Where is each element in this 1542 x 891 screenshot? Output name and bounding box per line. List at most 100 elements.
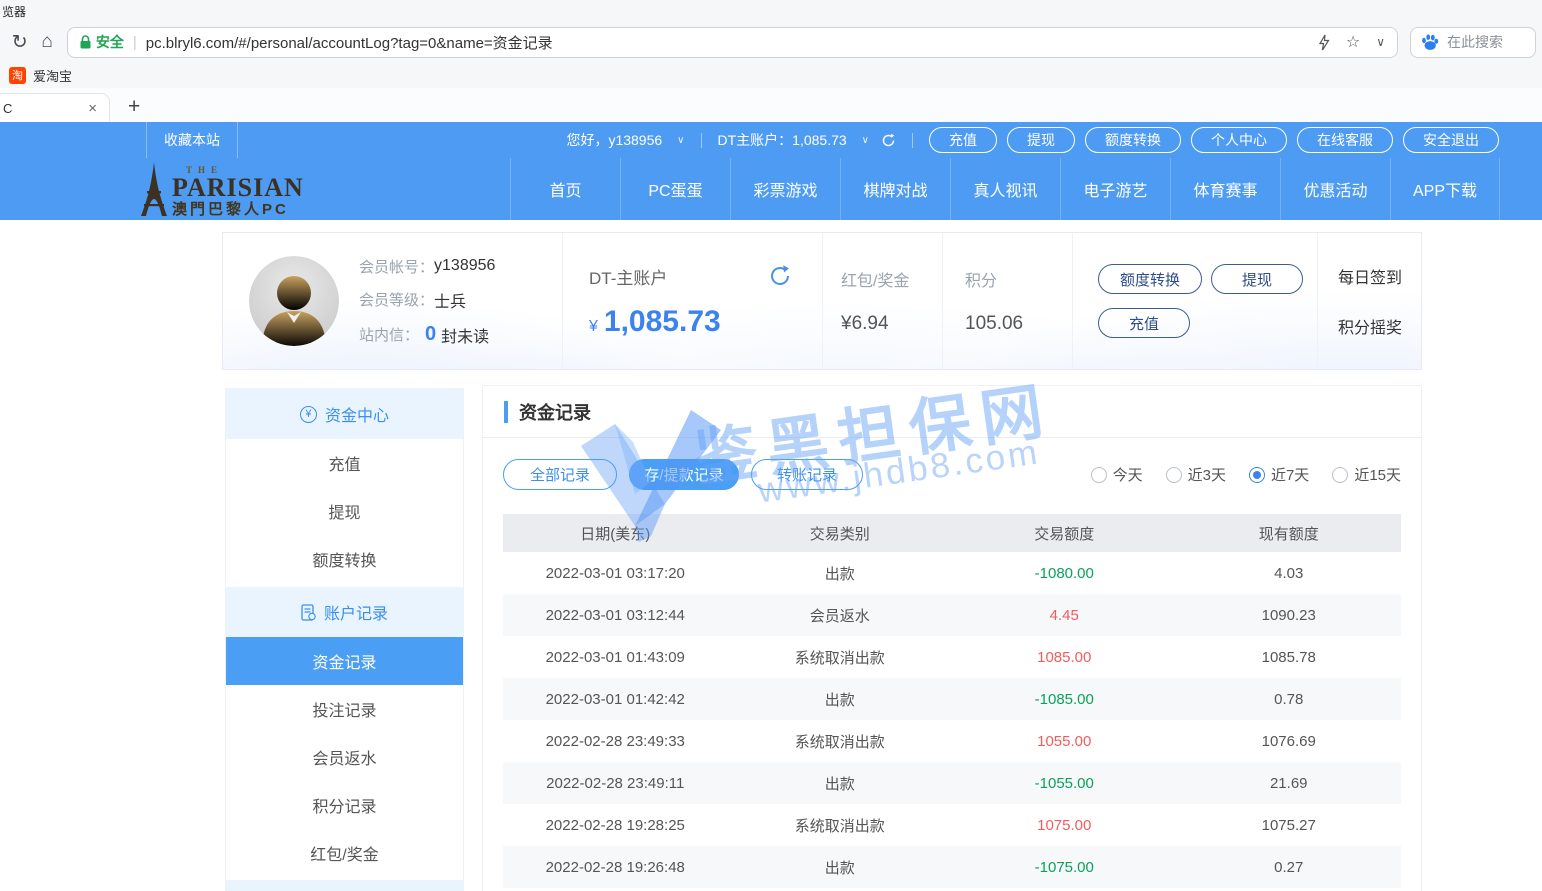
sidebar-item-bonus[interactable]: 红包/奖金 (226, 829, 463, 877)
points-lottery-link[interactable]: 积分摇奖 (1338, 314, 1421, 338)
col-header-date: 日期(美东) (503, 523, 728, 544)
tab-close-icon[interactable]: × (88, 100, 97, 117)
nav-item-promotions[interactable]: 优惠活动 (1280, 158, 1390, 220)
nav-item-lottery[interactable]: 彩票游戏 (730, 158, 840, 220)
account-panel: 会员帐号： y138956 会员等级： 士兵 站内信： 0 封未读 DT-主账户 (222, 232, 1422, 370)
sidebar-section-fund-center[interactable]: ¥ 资金中心 (226, 389, 463, 439)
radio-circle-icon (1166, 467, 1182, 483)
home-icon[interactable]: ⌂ (33, 31, 60, 53)
divider (912, 133, 913, 148)
quick-search-box[interactable]: 在此搜索 (1410, 27, 1536, 58)
reload-icon[interactable]: ↻ (6, 31, 33, 54)
nav-item-pcdandan[interactable]: PC蛋蛋 (620, 158, 730, 220)
bookmark-bar: 淘 爱淘宝 (0, 62, 1542, 88)
url-bar[interactable]: 安全 | pc.blryl6.com/#/personal/accountLog… (67, 27, 1398, 58)
wallet-summary: DT主账户：1,085.73 (718, 130, 847, 150)
sidebar-item-member-rebate[interactable]: 会员返水 (226, 733, 463, 781)
sidebar-item-bet-records[interactable]: 投注记录 (226, 685, 463, 733)
table-row: 2022-02-28 23:49:11 出款 -1055.00 21.69 (503, 762, 1401, 804)
wallet-caret-icon[interactable]: ∨ (862, 135, 869, 146)
sidebar: ¥ 资金中心 充值 提现 额度转换 账户记录 资金记录 投注记录 会员返水 积分… (225, 388, 464, 891)
nav-item-home[interactable]: 首页 (510, 158, 620, 220)
member-level-label: 会员等级： (359, 289, 434, 310)
table-row: 2022-03-01 01:42:42 出款 -1085.00 0.78 (503, 678, 1401, 720)
bonus-label: 红包/奖金 (841, 267, 942, 291)
member-account-label: 会员帐号： (359, 256, 434, 277)
bonus-column: 红包/奖金 ¥6.94 (823, 233, 943, 369)
radio-today[interactable]: 今天 (1091, 464, 1143, 485)
logo-name: PARISIAN (172, 175, 304, 201)
topbar-personal-center-button[interactable]: 个人中心 (1191, 127, 1287, 153)
inbox-suffix[interactable]: 封未读 (441, 323, 489, 347)
topbar-withdraw-button[interactable]: 提现 (1007, 127, 1075, 153)
col-header-balance: 现有额度 (1177, 523, 1402, 544)
sidebar-item-fund-records[interactable]: 资金记录 (226, 637, 463, 685)
main-content: 资金记录 全部记录 存/提款记录 转账记录 今天 近3天 近7天 (482, 385, 1422, 891)
tab-all-records[interactable]: 全部记录 (503, 459, 617, 490)
eiffel-tower-icon (140, 161, 168, 217)
browser-tab[interactable]: C × (0, 93, 110, 122)
currency-symbol: ¥ (589, 318, 598, 336)
main-wallet-column: DT-主账户 ¥ 1,085.73 (563, 233, 823, 369)
radio-last-3-days[interactable]: 近3天 (1166, 464, 1226, 485)
topbar-customer-service-button[interactable]: 在线客服 (1297, 127, 1393, 153)
col-header-amount: 交易额度 (952, 523, 1177, 544)
bookmark-star-icon[interactable]: ☆ (1346, 32, 1360, 52)
greeting-caret-icon[interactable]: ∨ (677, 135, 684, 146)
sidebar-section-account-records[interactable]: 账户记录 (226, 587, 463, 637)
logo-subtitle: 澳門巴黎人PC (172, 202, 304, 217)
date-range-radios: 今天 近3天 近7天 近15天 (1091, 464, 1401, 485)
nav-item-boardgames[interactable]: 棋牌对战 (840, 158, 950, 220)
new-tab-button[interactable]: + (128, 95, 140, 122)
radio-last-15-days[interactable]: 近15天 (1332, 464, 1401, 485)
table-row: 2022-03-01 01:43:09 系统取消出款 1085.00 1085.… (503, 636, 1401, 678)
radio-last-7-days[interactable]: 近7天 (1249, 464, 1309, 485)
sidebar-item-deposit[interactable]: 充值 (226, 439, 463, 487)
topbar-logout-button[interactable]: 安全退出 (1403, 127, 1499, 153)
topbar-deposit-button[interactable]: 充值 (929, 127, 997, 153)
nav-item-app-download[interactable]: APP下载 (1390, 158, 1500, 220)
topbar-transfer-button[interactable]: 额度转换 (1085, 127, 1181, 153)
panel-withdraw-button[interactable]: 提现 (1211, 264, 1303, 294)
table-row: 2022-02-28 19:26:48 出款 -1075.00 0.27 (503, 846, 1401, 888)
tab-transfer-records[interactable]: 转账记录 (751, 459, 863, 490)
wallet-balance: ¥ 1,085.73 (589, 305, 822, 339)
user-greeting[interactable]: 您好，y138956 (566, 130, 662, 150)
browser-toolbar: ↻ ⌂ 安全 | pc.blryl6.com/#/personal/accoun… (0, 22, 1542, 62)
sidebar-item-points-records[interactable]: 积分记录 (226, 781, 463, 829)
nav-item-slots[interactable]: 电子游艺 (1060, 158, 1170, 220)
nav-item-live-casino[interactable]: 真人视讯 (950, 158, 1060, 220)
title-accent-bar (504, 401, 508, 423)
favorite-site-link[interactable]: 收藏本站 (146, 122, 238, 158)
chevron-down-icon[interactable]: ∨ (1376, 35, 1385, 49)
member-level-value: 士兵 (434, 288, 466, 312)
table-row: 2022-02-28 23:49:33 系统取消出款 1055.00 1076.… (503, 720, 1401, 762)
site-logo[interactable]: THE PARISIAN 澳門巴黎人PC (140, 161, 304, 217)
points-value: 105.06 (965, 313, 1072, 335)
inbox-count[interactable]: 0 (425, 323, 436, 346)
daily-checkin-link[interactable]: 每日签到 (1338, 264, 1421, 288)
url-text[interactable]: pc.blryl6.com/#/personal/accountLog?tag=… (146, 32, 1318, 53)
refresh-balance-icon[interactable] (768, 264, 792, 288)
taobao-icon[interactable]: 淘 (9, 67, 26, 84)
nav-item-sports[interactable]: 体育赛事 (1170, 158, 1280, 220)
panel-deposit-button[interactable]: 充值 (1098, 308, 1190, 338)
site-topbar: 收藏本站 您好，y138956 ∨ DT主账户：1,085.73 ∨ 充值 提现… (0, 122, 1542, 158)
bookmark-item[interactable]: 爱淘宝 (33, 66, 72, 85)
sidebar-section-label: 资金中心 (325, 402, 389, 426)
topbar-right: 您好，y138956 ∨ DT主账户：1,085.73 ∨ 充值 提现 额度转换… (566, 127, 1542, 153)
panel-transfer-button[interactable]: 额度转换 (1098, 264, 1202, 294)
refresh-icon[interactable] (881, 133, 896, 148)
radio-circle-icon (1249, 467, 1265, 483)
flash-icon[interactable] (1318, 34, 1330, 51)
sidebar-item-transfer[interactable]: 额度转换 (226, 535, 463, 583)
main-nav: 首页 PC蛋蛋 彩票游戏 棋牌对战 真人视讯 电子游艺 体育赛事 优惠活动 AP… (510, 158, 1500, 220)
sidebar-section-label: 账户记录 (324, 600, 388, 624)
panel-links-column: 每日签到 积分摇奖 (1318, 233, 1421, 369)
tab-title: C (3, 101, 88, 116)
tab-deposit-withdraw-records[interactable]: 存/提款记录 (629, 459, 739, 490)
url-bar-icons: ☆ ∨ (1318, 32, 1385, 52)
wallet-name: DT-主账户 (589, 264, 667, 289)
table-row: 2022-02-28 19:28:25 系统取消出款 1075.00 1075.… (503, 804, 1401, 846)
sidebar-item-withdraw[interactable]: 提现 (226, 487, 463, 535)
